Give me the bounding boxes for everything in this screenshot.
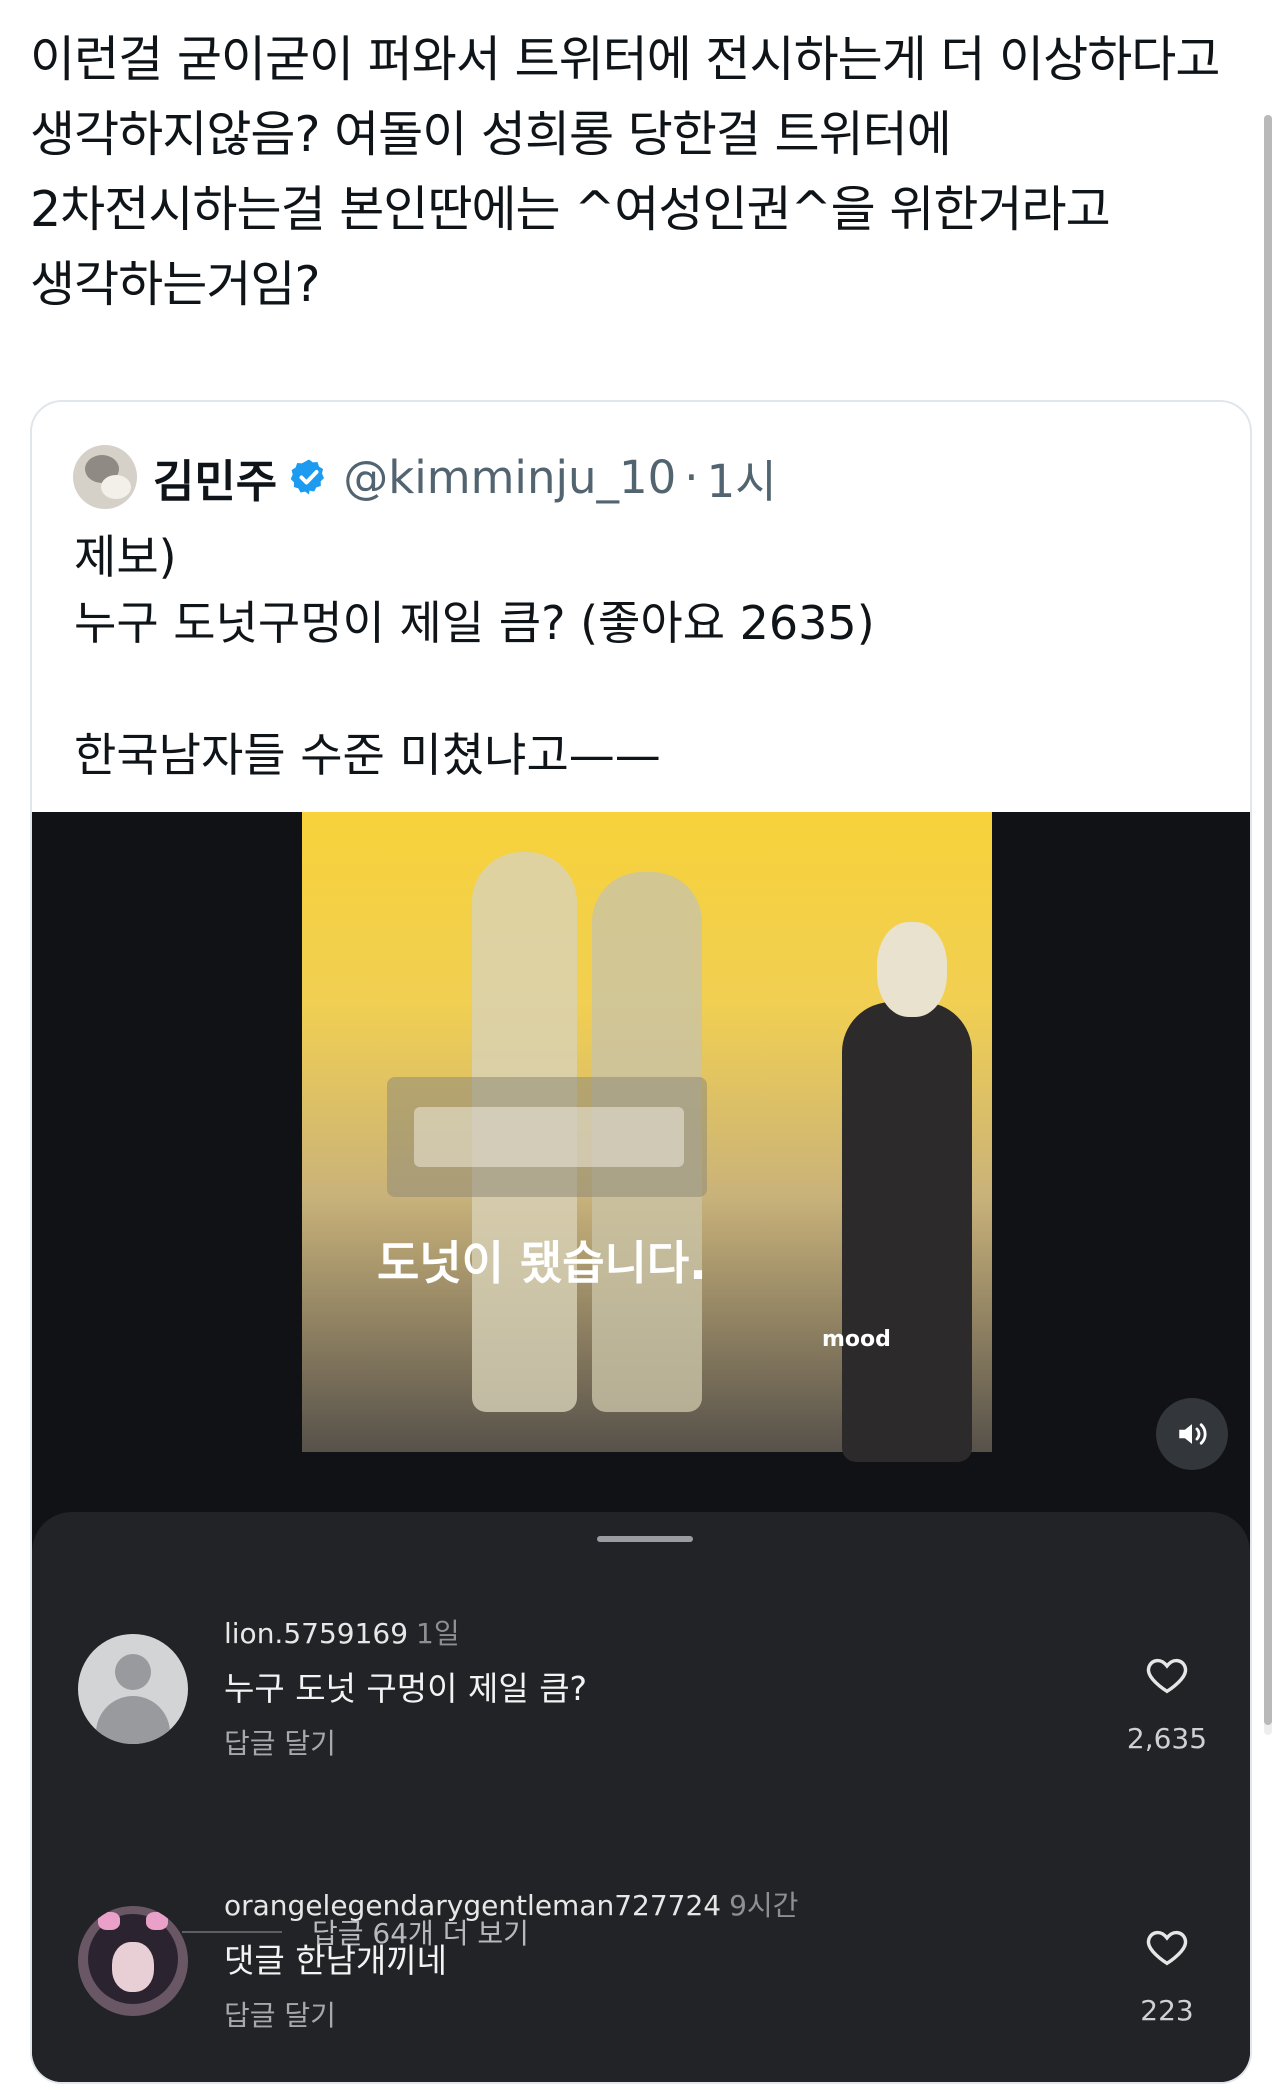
comment-item: orangelegendarygentleman727724 9시간 댓글 한남개… (32, 1884, 1250, 2054)
video-player[interactable]: 도넛이 됐습니다. mood lion.5759169 1일 누구 도넛 구멍이 … (32, 812, 1250, 2082)
comment-time: 1일 (416, 1617, 460, 1650)
commenter-avatar[interactable] (78, 1634, 188, 1744)
scrollbar-thumb[interactable] (1264, 115, 1272, 1725)
heart-icon[interactable] (1142, 1924, 1192, 1970)
heart-icon[interactable] (1142, 1652, 1192, 1698)
comment-time: 9시간 (729, 1889, 799, 1922)
commenter-name[interactable]: orangelegendarygentleman727724 (224, 1889, 721, 1922)
quoted-user-avatar[interactable] (73, 445, 137, 509)
sound-toggle-button[interactable] (1156, 1398, 1228, 1470)
post-text: 이런걸 굳이굳이 퍼와서 트위터에 전시하는게 더 이상하다고 생각하지않음? … (30, 31, 1235, 313)
blurred-figure-head (877, 922, 947, 1017)
video-watermark: mood (822, 1327, 891, 1352)
comments-sheet: lion.5759169 1일 누구 도넛 구멍이 제일 큼? 답글 달기 2,6… (32, 1512, 1250, 2082)
reply-button[interactable]: 답글 달기 (224, 1722, 336, 1762)
quoted-tweet-time[interactable]: 1시 (707, 445, 777, 510)
comment-item: lion.5759169 1일 누구 도넛 구멍이 제일 큼? 답글 달기 2,6… (32, 1612, 1250, 1950)
scrollbar[interactable] (1264, 115, 1272, 1735)
commenter-name[interactable]: lion.5759169 (224, 1617, 408, 1650)
comment-text: 누구 도넛 구멍이 제일 큼? (224, 1669, 588, 1708)
commenter-username[interactable]: lion.5759169 1일 (224, 1612, 460, 1652)
quoted-tweet-card[interactable]: 김민주 @kimminju_10 · 1시 제보) 누구 도넛구멍이 제일 큼?… (30, 400, 1252, 2084)
quoted-user-name[interactable]: 김민주 (153, 445, 277, 510)
reply-button[interactable]: 답글 달기 (224, 1994, 336, 2034)
quoted-tweet-body: 제보) 누구 도넛구멍이 제일 큼? (좋아요 2635) 한국남자들 수준 미… (74, 530, 875, 782)
verified-badge-icon (290, 459, 325, 495)
commenter-avatar[interactable] (78, 1906, 188, 2016)
sheet-drag-handle[interactable] (597, 1536, 693, 1542)
blurred-overlay-text (414, 1107, 684, 1167)
like-count: 223 (1140, 1994, 1194, 2027)
video-frame: 도넛이 됐습니다. mood (302, 812, 992, 1462)
quoted-user-handle[interactable]: @kimminju_10 (343, 451, 676, 504)
quoted-tweet-header: 김민주 @kimminju_10 · 1시 (73, 444, 777, 510)
blurred-figure (842, 1002, 972, 1462)
speaker-icon (1179, 1423, 1207, 1445)
video-caption: 도넛이 됐습니다. (377, 1236, 707, 1290)
like-count: 2,635 (1126, 1722, 1208, 1755)
comment-text: 댓글 한남개끼네 (224, 1941, 448, 1980)
commenter-username[interactable]: orangelegendarygentleman727724 9시간 (224, 1884, 798, 1924)
separator-dot: · (684, 450, 699, 504)
